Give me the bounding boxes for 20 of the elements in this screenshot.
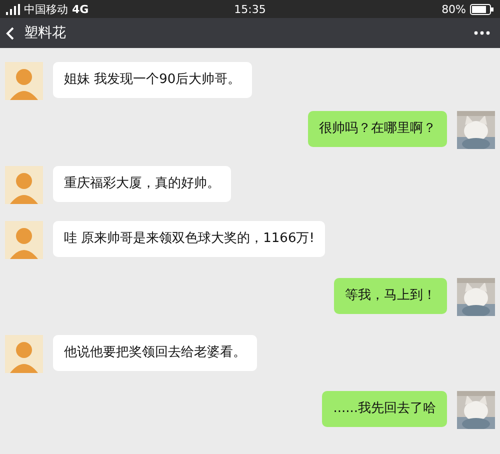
message-bubble: 他说他要把奖领回去给老婆看。 [53,335,257,371]
message-bubble: 很帅吗？在哪里啊？ [308,111,447,147]
network-type: 4G [72,2,89,16]
clock-time: 15:35 [234,2,266,16]
avatar[interactable] [5,335,43,373]
avatar[interactable] [5,62,43,100]
message-bubble: 姐妹 我发现一个90后大帅哥。 [53,62,252,98]
back-icon[interactable] [6,26,14,40]
battery-percent: 80% [442,2,466,16]
message-bubble: ......我先回去了哈 [322,391,447,427]
chat-title: 塑料花 [24,24,67,42]
message-bubble: 重庆福彩大厦，真的好帅。 [53,166,231,202]
carrier-name: 中国移动 [24,2,68,16]
battery-icon [470,4,494,14]
message-bubble: 等我，马上到！ [334,278,447,314]
signal-icon [6,4,20,14]
avatar[interactable] [5,221,43,259]
message-bubble: 哇 原来帅哥是来领双色球大奖的，1166万! [53,221,326,257]
more-icon[interactable] [474,31,490,35]
avatar[interactable] [5,166,43,204]
